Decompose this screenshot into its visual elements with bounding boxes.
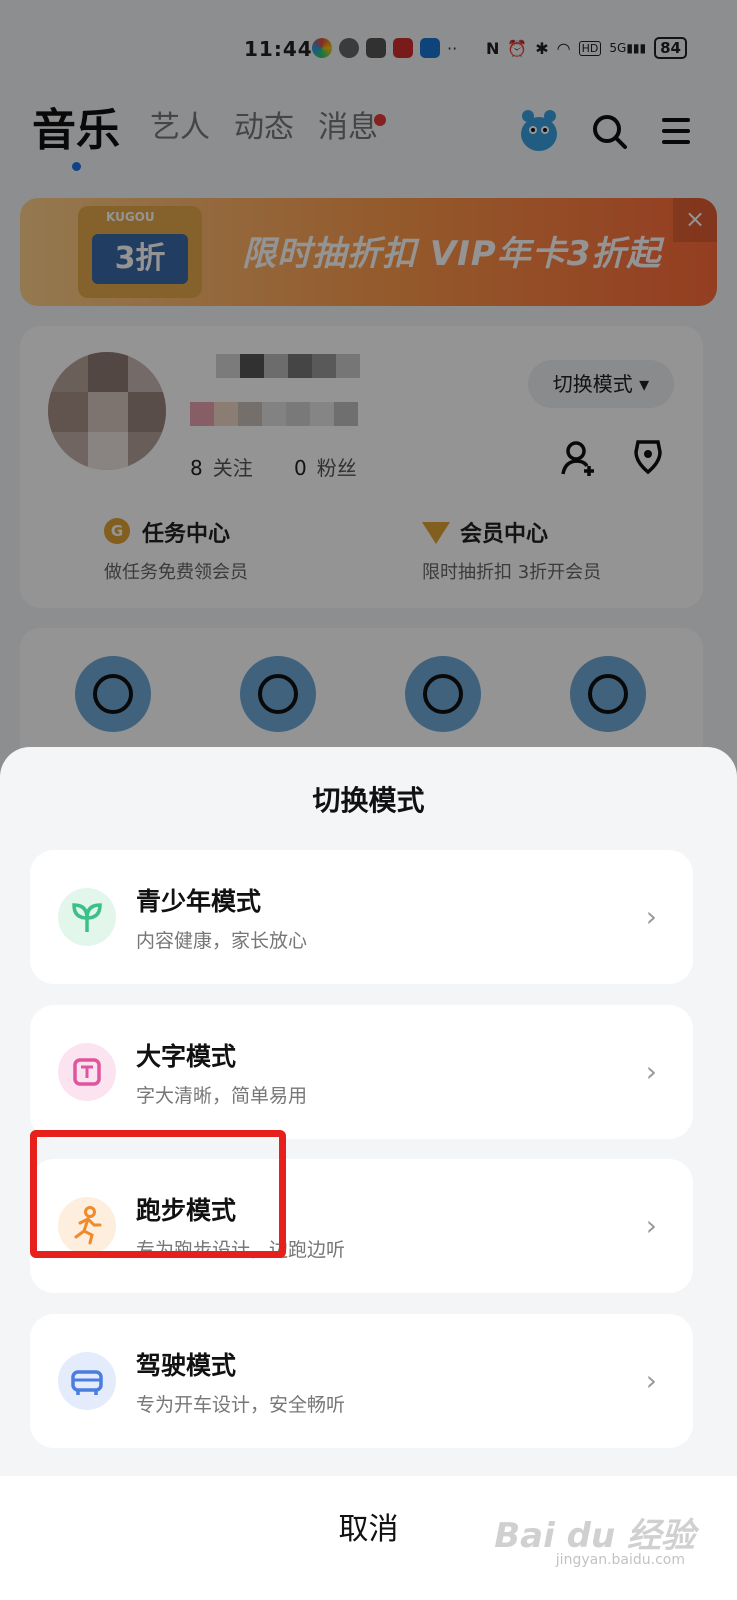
option-title: 大字模式 — [136, 1042, 237, 1071]
text-t-icon — [58, 1043, 116, 1101]
chevron-right-icon: › — [645, 1364, 657, 1397]
sprout-icon — [58, 888, 116, 946]
option-large-text-mode[interactable]: 大字模式 字大清晰，简单易用 › — [30, 1005, 693, 1139]
option-subtitle: 字大清晰，简单易用 — [136, 1085, 308, 1107]
kugou-home-page: 11:44 ·· N ⏰ ✱ ◠ HD 5G▮▮▮ 84 音乐 艺人 动态 消息 — [0, 0, 737, 1600]
car-icon — [58, 1352, 116, 1410]
option-subtitle: 内容健康，家长放心 — [136, 930, 308, 952]
highlight-annotation-box — [30, 1130, 286, 1258]
option-title: 驾驶模式 — [136, 1351, 237, 1380]
option-subtitle: 专为开车设计，安全畅听 — [136, 1394, 346, 1416]
option-teen-mode[interactable]: 青少年模式 内容健康，家长放心 › — [30, 850, 693, 984]
option-title: 青少年模式 — [136, 887, 262, 916]
sheet-title: 切换模式 — [312, 784, 425, 817]
chevron-right-icon: › — [645, 900, 657, 933]
option-driving-mode[interactable]: 驾驶模式 专为开车设计，安全畅听 › — [30, 1314, 693, 1448]
baidu-watermark: Bai du 经验 — [494, 1516, 695, 1556]
chevron-right-icon: › — [645, 1209, 657, 1242]
chevron-right-icon: › — [645, 1055, 657, 1088]
baidu-watermark-url: jingyan.baidu.com — [555, 1552, 685, 1568]
